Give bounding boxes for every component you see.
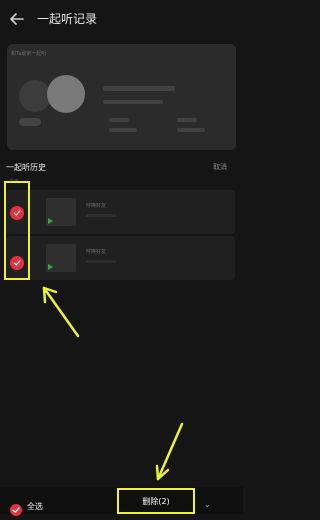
- highlight-box: [4, 181, 30, 280]
- row-title: 呼唤好友: [86, 203, 107, 209]
- placeholder-line: [177, 118, 197, 122]
- history-row[interactable]: 呼唤好友: [6, 190, 235, 234]
- placeholder-line: [103, 86, 175, 91]
- history-title: 一起听历史: [6, 163, 46, 172]
- placeholder-line: [103, 100, 163, 104]
- top-bar: 一起听记录: [0, 0, 243, 40]
- more-icon[interactable]: ⌄: [204, 500, 211, 509]
- most-listened-card[interactable]: 和Ta最常一起听: [7, 44, 236, 150]
- row-title: 呼唤好友: [86, 249, 107, 255]
- back-arrow-icon[interactable]: [8, 10, 26, 28]
- page-title: 一起听记录: [37, 12, 98, 26]
- placeholder-line: [177, 128, 205, 132]
- placeholder-line: [109, 118, 129, 122]
- placeholder-line: [86, 260, 116, 263]
- friend-avatar: [47, 75, 85, 113]
- placeholder-line: [109, 128, 137, 132]
- card-caption: 和Ta最常一起听: [11, 51, 47, 57]
- delete-button[interactable]: 删除(2): [117, 488, 195, 514]
- select-all-checked-icon[interactable]: [10, 501, 22, 516]
- play-icon: [48, 264, 53, 270]
- select-all-button[interactable]: 全选: [27, 501, 43, 512]
- cancel-button[interactable]: 取消: [213, 162, 227, 172]
- history-row[interactable]: 呼唤好友: [6, 236, 235, 280]
- placeholder-line: [86, 214, 116, 217]
- avatar-badge: [19, 118, 41, 126]
- play-icon: [48, 218, 53, 224]
